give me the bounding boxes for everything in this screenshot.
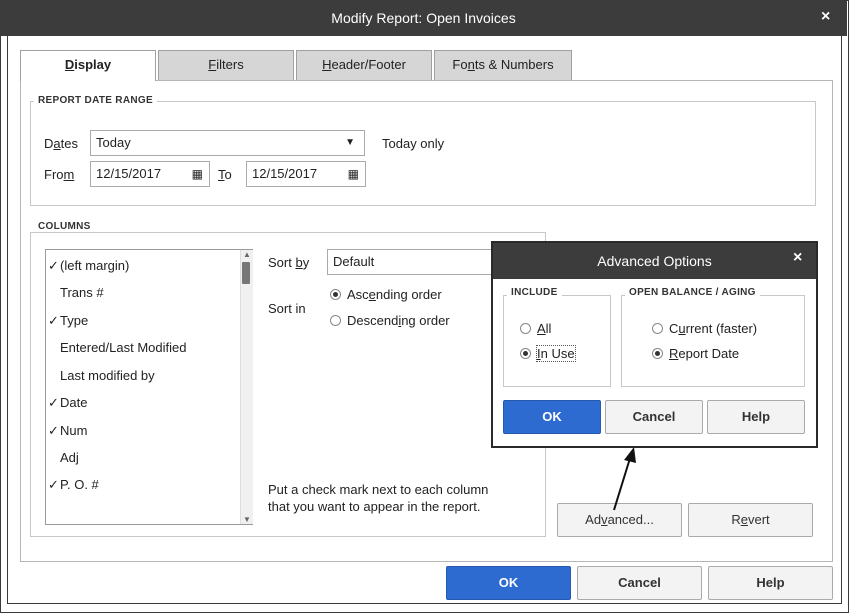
aging-group xyxy=(621,295,805,387)
list-item[interactable]: ✓Date xyxy=(48,392,87,414)
radio-indicator xyxy=(330,289,341,300)
columns-hint: Put a check mark next to each column tha… xyxy=(268,481,488,515)
columns-label: COLUMNS xyxy=(34,221,95,232)
radio-indicator xyxy=(652,348,663,359)
title-bar: Modify Report: Open Invoices × xyxy=(0,0,847,36)
annotation-arrow xyxy=(613,447,636,511)
list-item[interactable]: Adj xyxy=(48,447,79,469)
dates-value: Today xyxy=(96,135,131,150)
sort-in-label: Sort in xyxy=(268,301,306,316)
radio-indicator xyxy=(520,323,531,334)
include-all-radio[interactable]: All xyxy=(520,321,551,336)
revert-button[interactable]: Revert xyxy=(688,503,813,537)
sort-by-label: Sort by xyxy=(268,255,310,270)
advanced-options-dialog: Advanced Options × INCLUDE All In Use OP… xyxy=(491,241,818,448)
radio-indicator xyxy=(652,323,663,334)
to-date-field[interactable]: 12/15/2017 ▦ xyxy=(246,161,366,187)
list-item[interactable]: Entered/Last Modified xyxy=(48,337,186,359)
radio-indicator xyxy=(520,348,531,359)
from-date-field[interactable]: 12/15/2017 ▦ xyxy=(90,161,210,187)
current-faster-radio[interactable]: Current (faster) xyxy=(652,321,757,336)
help-button[interactable]: Help xyxy=(708,566,833,600)
to-date-value: 12/15/2017 xyxy=(252,166,318,181)
tab-display[interactable]: Display xyxy=(20,50,156,81)
window-title: Modify Report: Open Invoices xyxy=(331,10,516,26)
tab-header-footer[interactable]: Header/Footer xyxy=(296,50,432,80)
close-icon[interactable]: × xyxy=(821,8,830,26)
scroll-up-icon[interactable]: ▲ xyxy=(242,250,252,259)
list-item[interactable]: ✓(left margin) xyxy=(48,255,129,277)
dates-note: Today only xyxy=(382,136,445,151)
dialog-title: Advanced Options xyxy=(597,253,712,269)
scroll-thumb[interactable] xyxy=(242,262,250,284)
sort-by-dropdown[interactable]: Default xyxy=(327,249,497,275)
from-date-value: 12/15/2017 xyxy=(96,166,162,181)
list-item[interactable]: Last modified by xyxy=(48,365,155,387)
report-date-radio[interactable]: Report Date xyxy=(652,346,739,361)
hint-line-2: that you want to appear in the report. xyxy=(268,499,481,514)
ascending-radio[interactable]: Ascending order xyxy=(330,287,442,302)
list-item[interactable]: ✓P. O. # xyxy=(48,474,99,496)
tab-filters[interactable]: Filters xyxy=(158,50,294,80)
include-label: INCLUDE xyxy=(507,287,562,298)
descending-radio[interactable]: Descending order xyxy=(330,313,450,328)
dialog-ok-button[interactable]: OK xyxy=(503,400,601,434)
dialog-cancel-button[interactable]: Cancel xyxy=(605,400,703,434)
scroll-down-icon[interactable]: ▼ xyxy=(242,515,252,524)
aging-label: OPEN BALANCE / AGING xyxy=(625,287,760,298)
list-item[interactable]: Trans # xyxy=(48,282,104,304)
dates-dropdown[interactable]: Today ▼ xyxy=(90,130,365,156)
list-item[interactable]: ✓Type xyxy=(48,310,88,332)
columns-listbox[interactable]: ✓(left margin) Trans # ✓Type Entered/Las… xyxy=(45,249,253,525)
tab-fonts-numbers[interactable]: Fonts & Numbers xyxy=(434,50,572,80)
from-label: From xyxy=(44,167,75,182)
hint-line-1: Put a check mark next to each column xyxy=(268,482,489,497)
sort-by-value: Default xyxy=(333,254,375,269)
dialog-title-bar: Advanced Options × xyxy=(493,243,816,279)
calendar-icon[interactable]: ▦ xyxy=(348,162,359,186)
include-in-use-radio[interactable]: In Use xyxy=(520,345,576,362)
report-date-range-label: REPORT DATE RANGE xyxy=(34,95,157,106)
calendar-icon[interactable]: ▦ xyxy=(192,162,203,186)
list-scrollbar[interactable]: ▲ ▼ xyxy=(240,250,253,524)
dates-label: Dates xyxy=(44,136,78,151)
cancel-button[interactable]: Cancel xyxy=(577,566,702,600)
chevron-down-icon: ▼ xyxy=(345,137,355,148)
dialog-help-button[interactable]: Help xyxy=(707,400,805,434)
to-label: To xyxy=(218,167,232,182)
radio-indicator xyxy=(330,315,341,326)
include-group xyxy=(503,295,611,387)
ok-button[interactable]: OK xyxy=(446,566,571,600)
list-item[interactable]: ✓Num xyxy=(48,420,87,442)
close-icon[interactable]: × xyxy=(793,249,802,267)
